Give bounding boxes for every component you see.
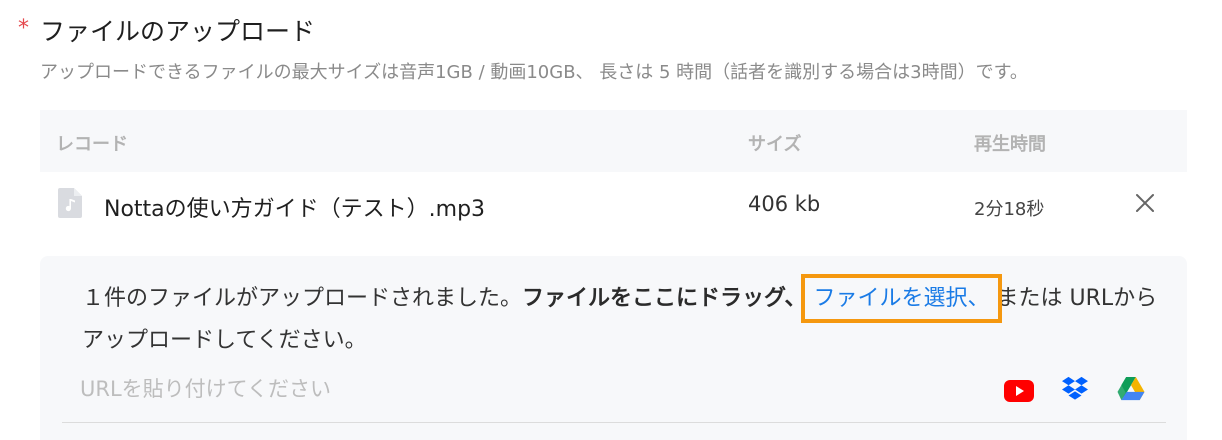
youtube-icon[interactable] bbox=[1004, 378, 1034, 404]
page-title: ファイルのアップロード bbox=[40, 17, 316, 46]
required-mark: * bbox=[18, 16, 29, 41]
upload-instructions: １件のファイルがアップロードされました。ファイルをここにドラッグ、 ファイルを選… bbox=[82, 274, 1167, 362]
audio-file-icon bbox=[58, 188, 82, 218]
dropbox-icon[interactable] bbox=[1060, 376, 1090, 402]
upload-count-text: １件のファイルがアップロードされました。 bbox=[82, 286, 523, 311]
upload-limits-text: アップロードできるファイルの最大サイズは音声1GB / 動画10GB、 長さは … bbox=[40, 62, 1028, 83]
column-header-record: レコード bbox=[56, 134, 128, 155]
upload-table: レコード サイズ 再生時間 Nottaの使い方ガイド（テスト）.mp3 406 … bbox=[40, 110, 1187, 240]
column-header-duration: 再生時間 bbox=[974, 134, 1046, 155]
url-input[interactable] bbox=[80, 372, 980, 406]
upload-dropzone[interactable]: １件のファイルがアップロードされました。ファイルをここにドラッグ、 ファイルを選… bbox=[40, 256, 1187, 440]
select-file-link[interactable]: ファイルを選択、 bbox=[801, 274, 1002, 323]
file-duration: 2分18秒 bbox=[974, 199, 1045, 220]
column-header-size: サイズ bbox=[748, 134, 802, 155]
table-header: レコード サイズ 再生時間 bbox=[40, 110, 1187, 172]
url-input-underline bbox=[62, 422, 1166, 423]
table-row: Nottaの使い方ガイド（テスト）.mp3 406 kb 2分18秒 bbox=[40, 172, 1187, 240]
drag-here-text: ファイルをここにドラッグ、 bbox=[522, 286, 807, 311]
remove-file-icon[interactable] bbox=[1132, 190, 1158, 216]
file-size: 406 kb bbox=[748, 192, 821, 216]
file-name: Nottaの使い方ガイド（テスト）.mp3 bbox=[104, 197, 486, 222]
google-drive-icon[interactable] bbox=[1116, 376, 1146, 402]
